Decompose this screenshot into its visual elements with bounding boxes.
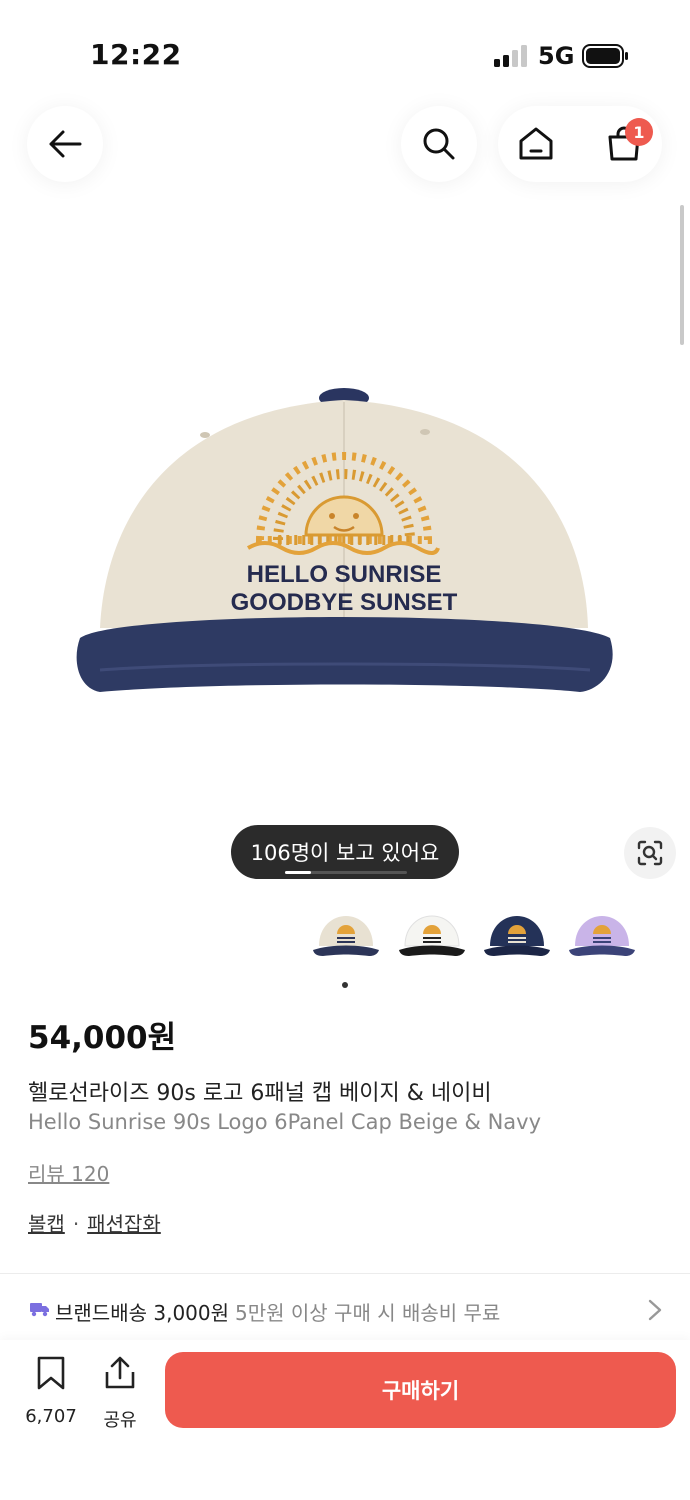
status-bar: 12:22 5G: [0, 0, 690, 100]
thumbnail-beige-navy[interactable]: [311, 908, 381, 964]
status-time: 12:22: [90, 38, 182, 71]
bookmark-button[interactable]: 6,707: [20, 1354, 82, 1427]
scrollbar[interactable]: [680, 205, 684, 345]
thumbnail-navy[interactable]: [482, 908, 552, 964]
home-button[interactable]: [498, 106, 574, 182]
product-title-english: Hello Sunrise 90s Logo 6Panel Cap Beige …: [28, 1110, 542, 1134]
signal-icon: [494, 45, 527, 67]
cap-text-line1: HELLO SUNRISE: [247, 561, 442, 588]
home-icon: [519, 127, 553, 160]
arrow-left-icon: [49, 130, 82, 158]
image-search-button[interactable]: [624, 827, 676, 879]
truck-icon: [30, 1303, 49, 1317]
bookmark-count: 6,707: [25, 1406, 77, 1427]
brand-link[interactable]: 볼캡: [28, 1212, 65, 1236]
shipping-label: 브랜드배송 3,000원: [55, 1301, 230, 1325]
chevron-right-icon: [648, 1299, 662, 1321]
image-progress-bar: [285, 871, 407, 874]
back-button[interactable]: [27, 106, 103, 182]
brand-category-row: 볼캡 · 패션잡화: [28, 1208, 161, 1237]
page-indicator-dot: [342, 982, 348, 988]
separator: ·: [72, 1212, 80, 1236]
buy-button[interactable]: 구매하기: [165, 1352, 676, 1428]
network-label: 5G: [538, 42, 575, 70]
product-price: 54,000원: [28, 1020, 177, 1056]
search-button[interactable]: [401, 106, 477, 182]
battery-icon: [582, 44, 628, 68]
thumbnail-white-black[interactable]: [397, 908, 467, 964]
share-label: 공유: [103, 1410, 137, 1431]
cap-text-line2: GOODBYE SUNSET: [231, 589, 458, 616]
review-link[interactable]: 리뷰 120: [28, 1158, 109, 1187]
share-button[interactable]: 공유: [96, 1354, 144, 1431]
cart-button[interactable]: [586, 106, 662, 182]
image-search-icon: [637, 840, 663, 866]
color-thumbnails: [0, 908, 690, 964]
share-icon: [105, 1356, 135, 1389]
product-title-korean: 헬로선라이즈 90s 로고 6패널 캡 베이지 & 네이비: [28, 1081, 492, 1106]
search-icon: [423, 128, 455, 160]
shipping-note: 5만원 이상 구매 시 배송비 무료: [235, 1301, 501, 1325]
bookmark-icon: [37, 1356, 65, 1390]
product-image[interactable]: HELLO SUNRISE GOODBYE SUNSET: [60, 370, 630, 710]
thumbnail-lavender[interactable]: [567, 908, 637, 964]
shipping-info-row[interactable]: 브랜드배송 3,000원 5만원 이상 구매 시 배송비 무료: [0, 1285, 690, 1331]
category-link[interactable]: 패션잡화: [87, 1212, 161, 1236]
bottom-action-bar: 6,707 공유 구매하기: [0, 1340, 690, 1500]
section-divider: [0, 1273, 690, 1274]
cart-count-badge: 1: [625, 118, 653, 146]
